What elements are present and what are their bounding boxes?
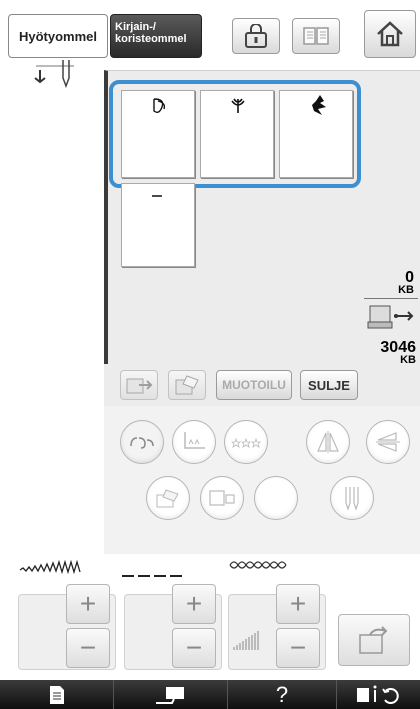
used-memory-unit: KB [398,284,414,296]
back-button[interactable] [338,614,410,666]
tension-minus-button[interactable]: − [276,628,320,668]
pattern-thumbnail-4[interactable] [121,183,195,267]
needle-icon [34,60,74,89]
pattern-thumbnail-1[interactable] [121,90,195,178]
close-label: SULJE [308,377,350,393]
format-button[interactable]: MUOTOILU [216,370,292,400]
pattern-preview-2 [231,98,245,113]
size-button[interactable] [200,476,244,520]
stitch-length-icon [122,575,182,577]
format-label: MUOTOILU [222,378,286,392]
mirror-horizontal-icon [376,432,400,452]
mirror-vertical-button[interactable] [306,420,350,464]
tab-decorative-stitch[interactable]: Kirjain-/ koristeommel [110,14,202,58]
used-memory-readout: 0 KB [370,270,414,296]
pattern-thumbnail-3[interactable] [279,90,353,178]
pattern-thumbnail-2[interactable] [200,90,274,178]
free-memory-readout: 3046 KB [360,340,416,366]
retrieve-icon [126,378,153,394]
delete-icon [175,375,199,395]
settings-button[interactable] [336,680,420,709]
zigzag-width-icon [19,559,81,575]
tension-level-bars [232,628,270,652]
book-icon [303,27,329,45]
needle-position-indicator [30,60,80,90]
twin-needle-button[interactable] [330,476,374,520]
eraser-icon [156,489,179,508]
close-button[interactable]: SULJE [300,370,358,400]
width-minus-button[interactable]: − [66,628,110,668]
mirror-horizontal-button[interactable] [366,420,410,464]
presser-foot-button[interactable] [114,680,229,709]
tension-plus-button[interactable]: + [276,584,320,624]
home-button[interactable] [364,10,416,58]
home-icon [377,21,403,47]
tension-icon [229,561,287,569]
delete-pattern-button[interactable] [146,476,190,520]
usb-pc-status [366,302,418,336]
tension-indicator [228,558,292,572]
stars-icon [231,437,261,448]
used-memory-value: 0 [405,269,414,286]
tab-utility-label: Hyötyommel [18,28,98,44]
page-icon [49,685,64,704]
pattern-preview-4 [152,195,162,197]
presser-foot-icon [155,686,184,704]
memory-divider [364,298,418,299]
stitch-length-indicator [122,565,184,577]
twin-needle-icon [345,487,359,511]
width-plus-button[interactable]: + [66,584,110,624]
tension-level-icon [233,631,259,650]
lock-button[interactable] [232,18,280,54]
blank-tool-button[interactable] [254,476,298,520]
pattern-preview-1 [153,98,166,114]
length-plus-button[interactable]: + [172,584,216,624]
size-icon [209,490,235,506]
book-button[interactable] [292,18,340,54]
length-minus-button[interactable]: − [172,628,216,668]
tab-utility-stitch[interactable]: Hyötyommel [8,14,108,58]
free-memory-value: 3046 [380,339,416,356]
character-input-icon [184,432,205,449]
bobbin-icon [357,685,399,704]
pattern-preview-3 [312,95,326,115]
bottom-toolbar: ? [0,680,420,709]
delete-button[interactable] [168,370,206,400]
stars-button[interactable] [224,420,268,464]
pc-icon [367,305,414,329]
stitch-width-indicator [18,559,98,575]
page-button[interactable] [0,680,115,709]
help-button[interactable]: ? [228,680,337,709]
help-label: ? [275,681,289,707]
tab-decorative-label-1: Kirjain-/ [115,21,156,33]
back-icon [359,626,388,654]
memory-link-button[interactable] [120,420,164,464]
tab-decorative-label-2: koristeommel [115,33,187,45]
retrieve-button[interactable] [120,370,158,400]
memory-link-icon [130,437,154,449]
mirror-vertical-icon [317,431,339,453]
character-input-button[interactable] [172,420,216,464]
lock-icon [245,24,267,48]
